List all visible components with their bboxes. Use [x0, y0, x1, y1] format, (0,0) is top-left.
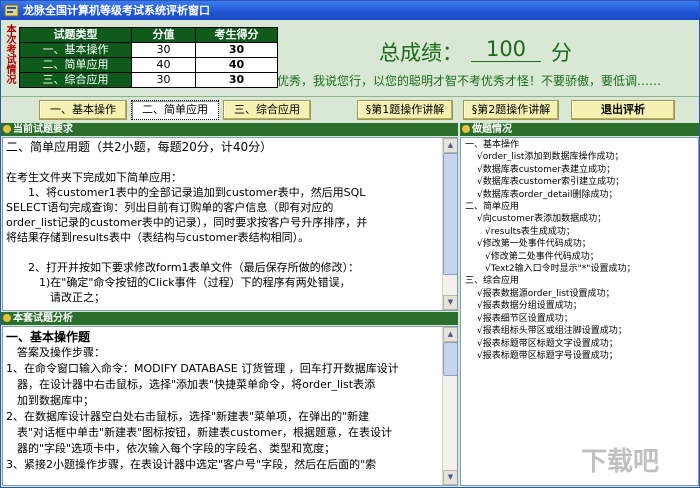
requirement-line: order_list记录的customer表中的记录），同时要求按客户号升序排序…	[6, 216, 368, 229]
col-header-score: 考生得分	[195, 27, 278, 43]
scroll-up-icon[interactable]: ▲	[443, 138, 457, 153]
evaluation-window: 龙脉全国计算机等级考试系统评析窗口 本次考试情况 试题类型 分值 考生得分 一、…	[0, 0, 700, 488]
row-type: 三、综合应用	[19, 72, 132, 88]
tree-node[interactable]: √修改第一处事件代码成功；	[463, 238, 696, 250]
watermark: 下载吧	[581, 447, 660, 477]
table-row: 一、基本操作 30 30	[19, 42, 278, 58]
tree-node[interactable]: √修改第二处事件代码成功；	[463, 251, 696, 263]
row-value: 30	[131, 72, 196, 88]
analysis-line: 2、在数据库设计器空白处右击鼠标，选择"新建表"菜单项，在弹出的"新建	[6, 410, 370, 423]
scroll-thumb[interactable]	[443, 153, 457, 275]
analysis-line: 表"对话框中单击"新建表"图标按钮，新建表customer，根据题意，在表设计	[6, 426, 392, 439]
status-tree[interactable]: 一、基本操作 √order_list添加到数据库操作成功； √数据库表custo…	[460, 137, 699, 486]
row-value: 40	[131, 57, 196, 73]
total-score-unit: 分	[551, 41, 572, 65]
status-header-label: 做题情况	[472, 124, 512, 135]
tree-node[interactable]: √向customer表添加数据成功；	[463, 213, 696, 225]
row-score: 30	[195, 72, 278, 88]
analysis-header: 本套试题分析	[1, 312, 458, 325]
tree-node[interactable]: √报表细节区设置成功；	[463, 313, 696, 325]
analysis-header-label: 本套试题分析	[13, 313, 73, 324]
tree-node[interactable]: √数据库表order_detail删除成功；	[463, 189, 696, 201]
requirement-line: 2、打开并按如下要求修改form1表单文件（最后保存所做的修改）：	[6, 261, 360, 274]
scroll-thumb[interactable]	[443, 342, 457, 376]
window-title: 龙脉全国计算机等级考试系统评析窗口	[23, 4, 210, 17]
total-score-value: 100	[471, 37, 541, 62]
analysis-textbox[interactable]: 一、基本操作题 答案及操作步骤： 1、在命令窗口输入命令：MODIFY DATA…	[2, 326, 458, 486]
tree-node[interactable]: √报表标题带区标题字号设置成功；	[463, 350, 696, 362]
analysis-title: 一、基本操作题	[6, 330, 91, 344]
requirement-line: SELECT语句完成查询：列出目前有订购单的客户信息（即有对应的	[6, 201, 334, 214]
scroll-up-icon[interactable]: ▲	[443, 327, 457, 342]
row-score: 40	[195, 57, 278, 73]
requirements-textbox[interactable]: 二、简单应用题（共2小题，每题20分，计40分） 在考生文件夹下完成如下简单应用…	[2, 137, 458, 311]
title-bar[interactable]: 龙脉全国计算机等级考试系统评析窗口	[1, 1, 699, 20]
analysis-scrollbar[interactable]: ▲ ▼	[442, 327, 457, 485]
requirement-line	[6, 155, 454, 170]
analysis-line: 器的"字段"选项卡中，依次输入每个字段的字段名、类型和宽度；	[6, 442, 336, 455]
comprehensive-application-button[interactable]: 三、综合应用	[223, 100, 311, 120]
requirements-scrollbar[interactable]: ▲ ▼	[442, 138, 457, 310]
requirement-line: 1)在"确定"命令按钮的Click事件（过程）下的程序有两处错误，	[6, 276, 351, 289]
scroll-down-icon[interactable]: ▼	[443, 470, 457, 485]
analysis-line: 加到数据库中；	[6, 394, 94, 407]
requirements-header: 当前试题要求	[1, 123, 458, 136]
requirements-header-label: 当前试题要求	[13, 124, 73, 135]
bullet-icon	[3, 314, 11, 322]
bullet-icon	[3, 125, 11, 133]
app-icon	[4, 4, 19, 17]
table-header-row: 试题类型 分值 考生得分	[19, 27, 278, 43]
table-row: 二、简单应用 40 40	[19, 57, 278, 73]
simple-application-button[interactable]: 二、简单应用	[131, 100, 219, 120]
basic-operation-button[interactable]: 一、基本操作	[39, 100, 127, 120]
bullet-icon	[462, 125, 470, 133]
requirement-line: 1、将customer1表中的全部记录追加到customer表中，然后用SQL	[6, 186, 366, 199]
table-row: 三、综合应用 30 30	[19, 72, 278, 88]
row-type: 二、简单应用	[19, 57, 132, 73]
analysis-line: 器，在设计器中右击鼠标，选择"添加表"快捷菜单命令，将order_list表添	[6, 378, 376, 391]
row-value: 30	[131, 42, 196, 58]
tree-node[interactable]: √数据库表customer表建立成功；	[463, 164, 696, 176]
tree-node[interactable]: √报表数据分组设置成功；	[463, 300, 696, 312]
summary-section: 本次考试情况 试题类型 分值 考生得分 一、基本操作 30 30 二、简单应用 …	[1, 20, 699, 96]
tree-node[interactable]: √order_list添加到数据库操作成功；	[463, 151, 696, 163]
requirement-line: 将结果存储到results表中（表结构与customer表结构相同）。	[6, 231, 310, 244]
tree-node[interactable]: 二、简单应用	[463, 201, 696, 213]
score-comment: 优秀，我说您行，以您的聪明才智不考优秀才怪！不要骄傲，要低调……	[277, 74, 662, 88]
analysis-line: 1、在命令窗口输入命令：MODIFY DATABASE 订货管理 ，回车打开数据…	[6, 362, 399, 375]
exit-evaluation-button[interactable]: 退出评析	[571, 100, 675, 120]
total-score-label: 总成绩：	[379, 41, 463, 65]
status-header: 做题情况	[460, 123, 699, 136]
row-type: 一、基本操作	[19, 42, 132, 58]
tree-node[interactable]: 三、综合应用	[463, 275, 696, 287]
col-header-type: 试题类型	[19, 27, 132, 43]
tree-node[interactable]: √results表生成成功；	[463, 226, 696, 238]
requirement-line	[6, 245, 454, 260]
q1-explanation-button[interactable]: §第1题操作讲解	[357, 100, 453, 120]
col-header-value: 分值	[131, 27, 196, 43]
requirement-line: 在考生文件夹下完成如下简单应用：	[6, 171, 182, 184]
analysis-subtitle: 答案及操作步骤：	[6, 346, 105, 359]
exam-summary-label: 本次考试情况	[6, 25, 17, 86]
score-table: 试题类型 分值 考生得分 一、基本操作 30 30 二、简单应用 40 40 三…	[19, 27, 278, 88]
tree-node[interactable]: √Text2输入口令时显示"*"设置成功；	[463, 263, 696, 275]
toolbar: 一、基本操作 二、简单应用 三、综合应用 §第1题操作讲解 §第2题操作讲解 退…	[1, 96, 699, 122]
row-score: 30	[195, 42, 278, 58]
tree-node[interactable]: √报表标题带区标题文字设置成功；	[463, 338, 696, 350]
tree-node[interactable]: √数据库表customer索引建立成功；	[463, 176, 696, 188]
requirement-line: 请改正之；	[6, 291, 105, 304]
analysis-line: 3、紧接2小题操作步骤，在表设计器中选定"客户号"字段，然后在后面的"索	[6, 458, 377, 471]
scroll-down-icon[interactable]: ▼	[443, 295, 457, 310]
tree-node[interactable]: √报表组标头带区或组注脚设置成功；	[463, 325, 696, 337]
tree-node[interactable]: 一、基本操作	[463, 139, 696, 151]
requirement-line: 二、简单应用题（共2小题，每题20分，计40分）	[6, 140, 273, 154]
tree-node[interactable]: √报表数据源order_list设置成功；	[463, 288, 696, 300]
q2-explanation-button[interactable]: §第2题操作讲解	[463, 100, 559, 120]
